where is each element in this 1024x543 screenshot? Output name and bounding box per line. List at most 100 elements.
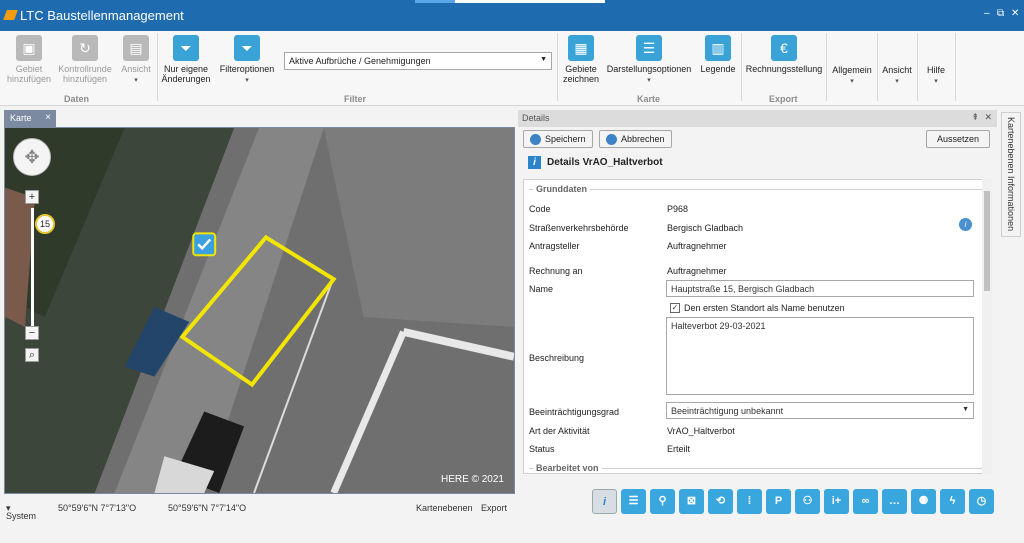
pin-icon[interactable]: ⇞ [971,112,979,123]
group-label-export: Export [769,94,798,104]
applicant-value: Auftragnehmer [667,241,727,251]
group-label-filter: Filter [344,94,367,104]
activity-type-label: Art der Aktivität [529,426,590,436]
lightning-icon[interactable]: ϟ [940,489,965,514]
coordinate-2: 50°59'6"N 7°7'14"O [168,503,247,513]
scrollbar-thumb[interactable] [984,191,990,291]
group-label-karte: Karte [637,94,661,104]
status-value: Erteilt [667,444,691,454]
pan-control[interactable]: ✥ [13,138,51,176]
applicant-label: Antragsteller [529,241,580,251]
legend-button[interactable]: ▥ Legende [698,35,738,74]
view-data-button[interactable]: ▤ Ansicht ▾ [118,35,154,86]
invoicing-button[interactable]: € Rechnungsstellung [745,35,823,74]
description-label: Beschreibung [529,353,585,363]
zoom-search-icon[interactable]: ⌕ [25,348,39,362]
invoice-to-value: Auftragnehmer [667,266,727,276]
chevron-down-icon: ▼ [962,406,969,413]
zoom-in-button[interactable]: + [25,190,39,204]
draw-areas-icon: ▦ [568,35,594,61]
add-area-icon: ▣ [16,35,42,61]
tab-map[interactable]: Karte × [4,110,56,127]
minimize-button[interactable]: – [984,8,990,19]
separator [741,33,742,101]
system-menu[interactable]: System ▾ [6,503,36,521]
map-layers-info-tab[interactable]: Kartenebenen Informationen [1001,112,1021,237]
route-icon[interactable]: ⟲ [708,489,733,514]
separator [955,33,956,101]
link-icon[interactable]: ∞ [853,489,878,514]
draw-areas-button[interactable]: ▦ Gebiete zeichnen [560,35,602,84]
location-pin-icon[interactable]: ⚲ [650,489,675,514]
info-icon: i [528,156,541,169]
save-icon [530,134,541,146]
view-menu[interactable]: Ansicht ▾ [880,65,914,87]
app-logo-icon [3,10,18,20]
close-button[interactable]: ✕ [1011,8,1019,19]
settings-sliders-icon: ☰ [636,35,662,61]
description-field[interactable]: Halteverbot 29-03-2021 [666,317,974,395]
zoom-out-button[interactable]: − [25,326,39,340]
details-scrollbar[interactable] [982,179,992,474]
filter-select[interactable]: Aktive Aufbrüche / Genehmigungen ▼ [284,52,552,70]
separator [157,33,158,101]
authority-value: Bergisch Gladbach [667,223,744,233]
app-title: LTC Baustellenmanagement [20,8,184,23]
user-icon[interactable]: ⚉ [911,489,936,514]
add-round-button[interactable]: ↻ Kontrollrunde hinzufügen [57,35,113,84]
restore-button[interactable]: ⧉ [997,8,1004,19]
code-label: Code [529,204,551,214]
comment-icon[interactable]: … [882,489,907,514]
name-field[interactable]: Hauptstraße 15, Bergisch Gladbach [666,280,974,297]
traffic-light-icon[interactable]: ⁞ [737,489,762,514]
impairment-select[interactable]: Beeinträchtigung unbekannt ▼ [666,402,974,419]
export-link[interactable]: Export [481,503,507,513]
zoom-level-badge[interactable]: 15 [35,214,55,234]
separator [877,33,878,101]
area-icon[interactable]: ⊠ [679,489,704,514]
info-plus-icon[interactable]: i+ [824,489,849,514]
status-bar: System ▾ 50°59'6"N 7°7'13"O 50°59'6"N 7°… [0,495,515,521]
title-accent [415,0,455,3]
authority-label: Straßenverkehrsbehörde [529,223,629,233]
details-tab-info-icon[interactable]: i [592,489,617,514]
close-icon[interactable]: ✕ [984,112,992,123]
book-icon: ▥ [705,35,731,61]
add-round-icon: ↻ [72,35,98,61]
chevron-down-icon: ▼ [540,56,547,63]
close-icon[interactable]: × [45,112,51,123]
history-icon[interactable]: ◷ [969,489,994,514]
people-icon[interactable]: ⚇ [795,489,820,514]
details-title: i Details VrAO_Haltverbot [528,156,663,169]
help-menu[interactable]: Hilfe ▾ [921,65,951,87]
parking-icon[interactable]: P [766,489,791,514]
group-bearbeitet: Bearbeitet von [529,463,984,473]
checkbox-label: Den ersten Standort als Name benutzen [684,303,845,313]
ribbon: ▣ Gebiet hinzufügen ↻ Kontrollrunde hinz… [0,31,1024,106]
impairment-label: Beeinträchtigungsgrad [529,407,620,417]
map-copyright: HERE © 2021 [441,474,504,485]
status-label: Status [529,444,555,454]
title-bar: LTC Baustellenmanagement – ⧉ ✕ [0,0,1024,31]
filter-icon: ⏷ [173,35,199,61]
info-icon[interactable]: i [959,218,972,231]
use-first-location-checkbox[interactable]: ✓ [670,303,680,313]
group-label-daten: Daten [64,94,90,104]
save-button[interactable]: Speichern [523,130,593,148]
satellite-map[interactable] [5,128,514,493]
general-menu[interactable]: Allgemein ▾ [830,65,874,87]
add-area-button[interactable]: ▣ Gebiet hinzufügen [6,35,52,84]
table-icon: ▤ [123,35,149,61]
euro-icon: € [771,35,797,61]
zoom-slider[interactable] [31,208,34,326]
filter-options-button[interactable]: ⏷ Filteroptionen ▾ [217,35,277,86]
group-grunddaten: Grunddaten [529,184,984,194]
own-changes-button[interactable]: ⏷ Nur eigene Änderungen [160,35,212,84]
cancel-icon [606,134,617,146]
map-layers-link[interactable]: Kartenebenen [416,503,473,513]
cancel-button[interactable]: Abbrechen [599,130,672,148]
map-view[interactable]: ✥ + 15 − ⌕ HERE © 2021 [4,127,515,494]
pause-button[interactable]: Aussetzen [926,130,991,148]
display-options-button[interactable]: ☰ Darstellungsoptionen ▾ [604,35,694,86]
list-icon[interactable]: ☰ [621,489,646,514]
